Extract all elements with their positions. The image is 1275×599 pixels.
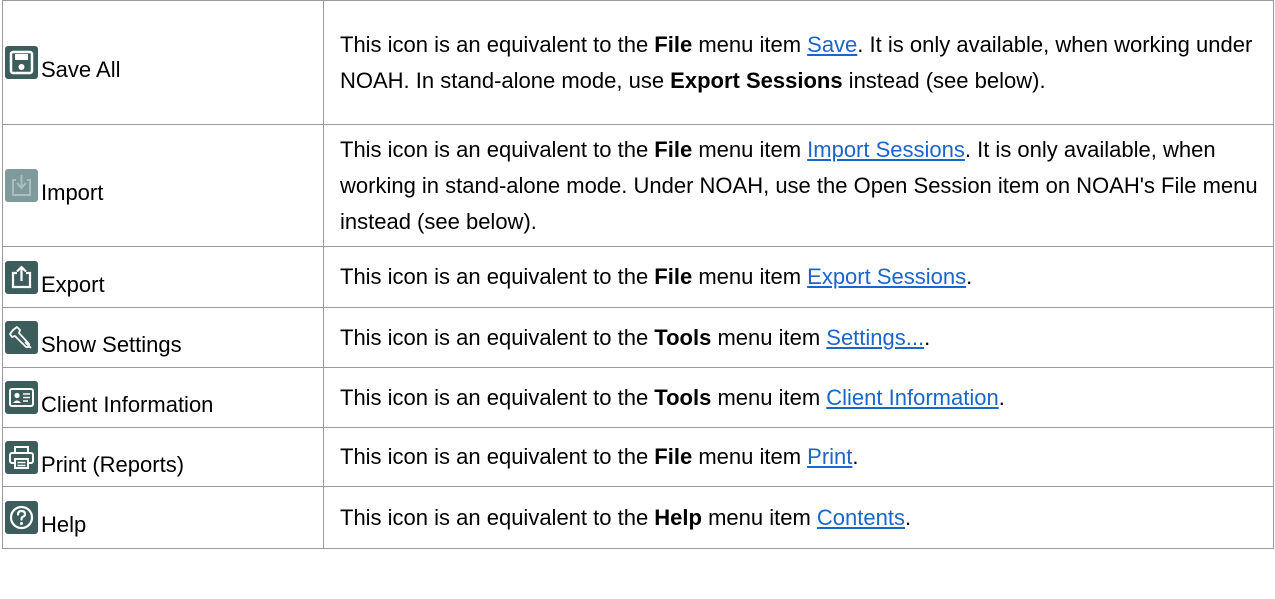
desc-text: menu item <box>701 504 817 530</box>
toolbar-label: Save All <box>41 57 121 82</box>
menu-name: Tools <box>654 324 712 350</box>
toolbar-label: Show Settings <box>41 332 182 357</box>
icon-cell: Show Settings <box>2 307 324 368</box>
client-card-icon <box>5 381 38 414</box>
toolbar-label: Print (Reports) <box>41 451 185 477</box>
menu-name: Tools <box>654 384 712 410</box>
save-icon <box>5 46 38 79</box>
desc-text: menu item <box>692 264 808 289</box>
menu-name: File <box>654 444 693 469</box>
desc-text: This icon is an equivalent to the <box>340 31 655 57</box>
help-icon <box>5 501 38 534</box>
desc-text: . <box>924 324 931 350</box>
contents-link[interactable]: Contents <box>817 505 905 530</box>
desc-text: menu item <box>692 444 808 469</box>
table-row: Print (Reports) This icon is an equivale… <box>2 427 1274 487</box>
menu-name: Export Sessions <box>670 67 843 93</box>
desc-text: menu item <box>692 31 808 57</box>
description-cell: This icon is an equivalent to the File m… <box>323 427 1274 487</box>
desc-text: instead (see below). <box>842 67 1046 93</box>
import-sessions-link[interactable]: Import Sessions <box>807 137 965 162</box>
menu-name: Help <box>654 504 702 530</box>
description-cell: This icon is an equivalent to the Help m… <box>323 486 1274 549</box>
desc-text: This icon is an equivalent to the <box>340 324 655 350</box>
icon-cell: Client Information <box>2 367 324 428</box>
desc-text: . <box>852 444 859 469</box>
desc-text: This icon is an equivalent to the <box>340 264 655 289</box>
import-icon <box>5 169 38 202</box>
toolbar-icon-table: Save All This icon is an equivalent to t… <box>2 0 1274 549</box>
desc-text: This icon is an equivalent to the <box>340 444 655 469</box>
desc-text: This icon is an equivalent to the <box>340 136 655 162</box>
table-row: Client Information This icon is an equiv… <box>2 367 1274 428</box>
menu-name: File <box>654 31 693 57</box>
toolbar-label: Import <box>41 180 104 205</box>
description-cell: This icon is an equivalent to the Tools … <box>323 307 1274 368</box>
printer-icon <box>5 440 38 474</box>
desc-text: menu item <box>711 384 827 410</box>
table-row: Export This icon is an equivalent to the… <box>2 246 1274 308</box>
settings-link[interactable]: Settings... <box>826 325 924 350</box>
icon-cell: Print (Reports) <box>2 427 324 487</box>
desc-text: . <box>998 384 1005 410</box>
icon-cell: Save All <box>2 0 324 125</box>
description-cell: This icon is an equivalent to the File m… <box>323 0 1274 125</box>
icon-cell: Help <box>2 486 324 549</box>
icon-cell: Export <box>2 246 324 308</box>
print-link[interactable]: Print <box>807 444 852 469</box>
desc-text: This icon is an equivalent to the <box>340 504 655 530</box>
description-cell: This icon is an equivalent to the File m… <box>323 246 1274 308</box>
export-sessions-link[interactable]: Export Sessions <box>807 264 966 289</box>
description-cell: This icon is an equivalent to the File m… <box>323 124 1274 247</box>
table-row: Save All This icon is an equivalent to t… <box>2 0 1274 125</box>
desc-text: . <box>904 504 912 530</box>
desc-text: This icon is an equivalent to the <box>340 384 655 410</box>
export-icon <box>5 260 38 294</box>
toolbar-label: Client Information <box>41 392 214 417</box>
menu-name: File <box>654 264 693 289</box>
desc-text: menu item <box>692 136 808 162</box>
table-row: Show Settings This icon is an equivalent… <box>2 307 1274 368</box>
toolbar-label: Export <box>41 271 105 297</box>
save-link[interactable]: Save <box>807 32 857 57</box>
client-information-link[interactable]: Client Information <box>826 385 998 410</box>
table-row: Import This icon is an equivalent to the… <box>2 124 1274 247</box>
icon-cell: Import <box>2 124 324 247</box>
desc-text: menu item <box>711 324 827 350</box>
table-row: Help This icon is an equivalent to the H… <box>2 486 1274 549</box>
wrench-icon <box>5 321 38 354</box>
desc-text: . <box>966 264 973 289</box>
description-cell: This icon is an equivalent to the Tools … <box>323 367 1274 428</box>
toolbar-label: Help <box>41 512 87 537</box>
menu-name: File <box>654 136 693 162</box>
